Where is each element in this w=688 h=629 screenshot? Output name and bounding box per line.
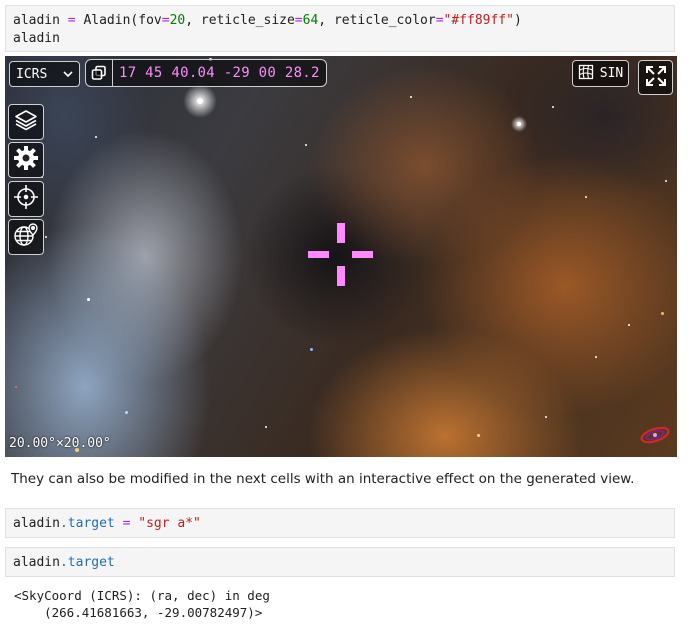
code-kwarg-fov: fov [138,13,162,28]
code-line-2: aladin [13,31,60,46]
code-val-reticle-color: "#ff89ff" [443,13,514,28]
code-string: "sgr a*" [138,516,201,531]
goto-button[interactable] [8,181,44,217]
fullscreen-icon [645,65,667,91]
projection-label: SIN [599,66,624,81]
fov-label: 20.00°×20.00° [9,436,111,451]
simbad-pointer-button[interactable] [8,219,44,255]
code-cell-2[interactable]: aladin.target = "sgr a*" [5,508,675,538]
code-obj: aladin [13,555,60,570]
gear-icon [13,145,39,175]
code-operator: = [122,516,131,531]
code-obj: aladin [13,516,60,531]
coordinates-text[interactable]: 17 45 40.04 -29 00 28.2 [113,65,320,81]
grid-icon [578,64,594,84]
frame-select[interactable]: ICRS [9,61,80,87]
layers-button[interactable] [8,104,44,140]
reticle [308,223,373,286]
layers-icon [14,108,38,136]
globe-pin-icon [13,222,39,252]
copy-icon[interactable] [86,60,113,86]
code-var: aladin [13,13,60,28]
cell-output: <SkyCoord (ICRS): (ra, dec) in deg (266.… [14,587,270,621]
code-kwarg-reticle-color: reticle_color [333,13,436,28]
output-line-2: (266.41681663, -29.00782497)> [14,605,263,620]
aladin-sky-view[interactable]: ICRS 17 45 40.04 -29 00 28.2 SIN 20.00°×… [5,56,677,457]
aladin-logo [639,425,671,449]
frame-select-value: ICRS [16,66,48,82]
fullscreen-button[interactable] [638,60,673,95]
settings-button[interactable] [8,142,44,178]
code-attr: .target [59,555,115,570]
code-operator: = [67,13,76,28]
code-cell-3[interactable]: aladin.target [5,547,675,577]
code-call: Aladin( [83,13,139,28]
crosshair-icon [13,184,39,214]
code-attr: .target [59,516,115,531]
coordinates-field[interactable]: 17 45 40.04 -29 00 28.2 [85,59,327,87]
output-line-1: <SkyCoord (ICRS): (ra, dec) in deg [14,588,270,603]
code-cell-1[interactable]: aladin = Aladin(fov=20, reticle_size=64,… [5,5,675,52]
markdown-text: They can also be modified in the next ce… [11,471,635,487]
code-kwarg-reticle-size: reticle_size [200,13,295,28]
projection-button[interactable]: SIN [572,60,629,87]
chevron-down-icon [63,67,73,82]
code-val-reticle-size: 64 [302,13,319,28]
code-val-fov: 20 [169,13,186,28]
